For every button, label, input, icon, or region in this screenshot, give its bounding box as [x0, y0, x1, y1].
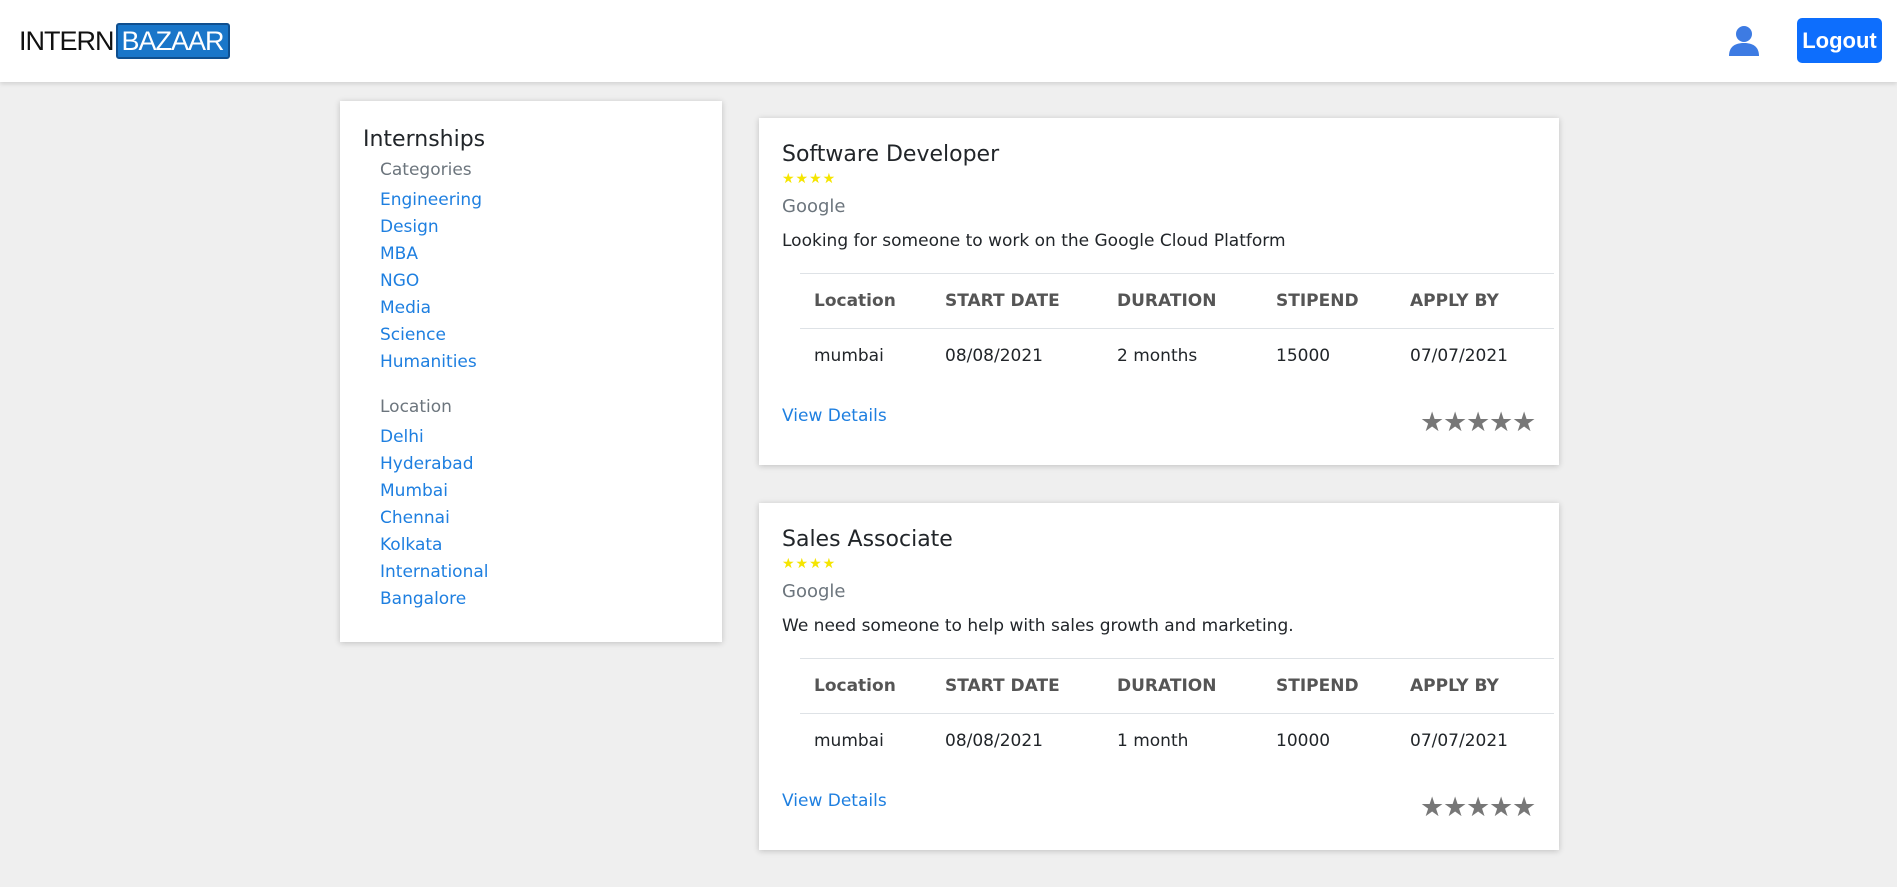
internship-description: Looking for someone to work on the Googl…: [782, 231, 1286, 251]
header-location: Location: [800, 658, 931, 714]
cell-duration: 1 month: [1117, 731, 1189, 752]
category-link-engineering[interactable]: Engineering: [380, 187, 722, 214]
internship-info-table: Location START DATE DURATION STIPEND APP…: [800, 658, 1554, 769]
cell-apply-by: 07/07/2021: [1410, 731, 1508, 752]
rate-stars: ★ ★ ★ ★ ★: [1420, 408, 1536, 438]
logo-bazaar-text: BAZAAR: [115, 23, 230, 59]
star-icon[interactable]: ★: [1443, 408, 1467, 438]
intern-bazaar-logo[interactable]: INTERN BAZAAR: [19, 23, 230, 59]
category-link-design[interactable]: Design: [380, 214, 722, 241]
header-stipend: STIPEND: [1262, 658, 1396, 714]
internship-info-table: Location START DATE DURATION STIPEND APP…: [800, 273, 1554, 384]
categories-group: Categories Engineering Design MBA NGO Me…: [363, 157, 722, 376]
company-name: Google: [782, 196, 846, 217]
location-link-kolkata[interactable]: Kolkata: [380, 532, 722, 559]
cell-apply-by: 07/07/2021: [1410, 346, 1508, 367]
location-heading: Location: [380, 397, 452, 417]
header-stipend: STIPEND: [1262, 273, 1396, 329]
category-link-humanities[interactable]: Humanities: [380, 349, 722, 376]
cell-duration: 2 months: [1117, 346, 1198, 367]
table-header-row: Location START DATE DURATION STIPEND APP…: [800, 273, 1554, 329]
table-header-row: Location START DATE DURATION STIPEND APP…: [800, 658, 1554, 714]
location-link-international[interactable]: International: [380, 559, 722, 586]
cell-stipend: 10000: [1276, 731, 1331, 752]
internship-description: We need someone to help with sales growt…: [782, 616, 1294, 636]
category-link-science[interactable]: Science: [380, 322, 722, 349]
star-icon[interactable]: ★: [1466, 793, 1490, 823]
internship-title: Sales Associate: [782, 527, 953, 552]
location-link-mumbai[interactable]: Mumbai: [380, 478, 722, 505]
rate-stars: ★ ★ ★ ★ ★: [1420, 793, 1536, 823]
cell-start-date: 08/08/2021: [945, 346, 1043, 367]
star-icon[interactable]: ★: [1443, 793, 1467, 823]
star-icon[interactable]: ★: [1489, 793, 1513, 823]
header-start-date: START DATE: [931, 658, 1103, 714]
location-link-chennai[interactable]: Chennai: [380, 505, 722, 532]
location-link-delhi[interactable]: Delhi: [380, 424, 722, 451]
cell-location: mumbai: [814, 346, 884, 367]
sidebar-title: Internships: [363, 127, 486, 152]
filter-sidebar: Internships Categories Engineering Desig…: [340, 101, 722, 642]
header-duration: DURATION: [1103, 658, 1262, 714]
category-link-ngo[interactable]: NGO: [380, 268, 722, 295]
locations-group: Location Delhi Hyderabad Mumbai Chennai …: [363, 394, 722, 613]
cell-start-date: 08/08/2021: [945, 731, 1043, 752]
location-link-hyderabad[interactable]: Hyderabad: [380, 451, 722, 478]
star-icon[interactable]: ★: [1420, 793, 1444, 823]
internship-card: Software Developer ★★★★ Google Looking f…: [759, 118, 1559, 465]
cell-stipend: 15000: [1276, 346, 1331, 367]
user-profile-icon[interactable]: [1727, 24, 1761, 58]
internship-title: Software Developer: [782, 142, 1000, 167]
company-name: Google: [782, 581, 846, 602]
star-icon[interactable]: ★: [1489, 408, 1513, 438]
view-details-link[interactable]: View Details: [782, 791, 887, 811]
internship-card: Sales Associate ★★★★ Google We need some…: [759, 503, 1559, 850]
view-details-link[interactable]: View Details: [782, 406, 887, 426]
star-icon[interactable]: ★: [1512, 793, 1536, 823]
table-row: mumbai 08/08/2021 2 months 15000 07/07/2…: [800, 329, 1554, 384]
table-row: mumbai 08/08/2021 1 month 10000 07/07/20…: [800, 714, 1554, 769]
logo-intern-text: INTERN: [19, 25, 114, 56]
company-rating-stars: ★★★★: [782, 556, 837, 572]
categories-heading: Categories: [380, 160, 472, 180]
category-link-media[interactable]: Media: [380, 295, 722, 322]
location-link-bangalore[interactable]: Bangalore: [380, 586, 722, 613]
header-location: Location: [800, 273, 931, 329]
star-icon[interactable]: ★: [1466, 408, 1490, 438]
category-link-mba[interactable]: MBA: [380, 241, 722, 268]
star-icon[interactable]: ★: [1420, 408, 1444, 438]
header-apply-by: APPLY BY: [1396, 658, 1554, 714]
header-start-date: START DATE: [931, 273, 1103, 329]
logout-button[interactable]: Logout: [1797, 18, 1882, 63]
cell-location: mumbai: [814, 731, 884, 752]
header-apply-by: APPLY BY: [1396, 273, 1554, 329]
company-rating-stars: ★★★★: [782, 171, 837, 187]
star-icon[interactable]: ★: [1512, 408, 1536, 438]
navbar: INTERN BAZAAR Logout: [0, 0, 1897, 82]
header-duration: DURATION: [1103, 273, 1262, 329]
